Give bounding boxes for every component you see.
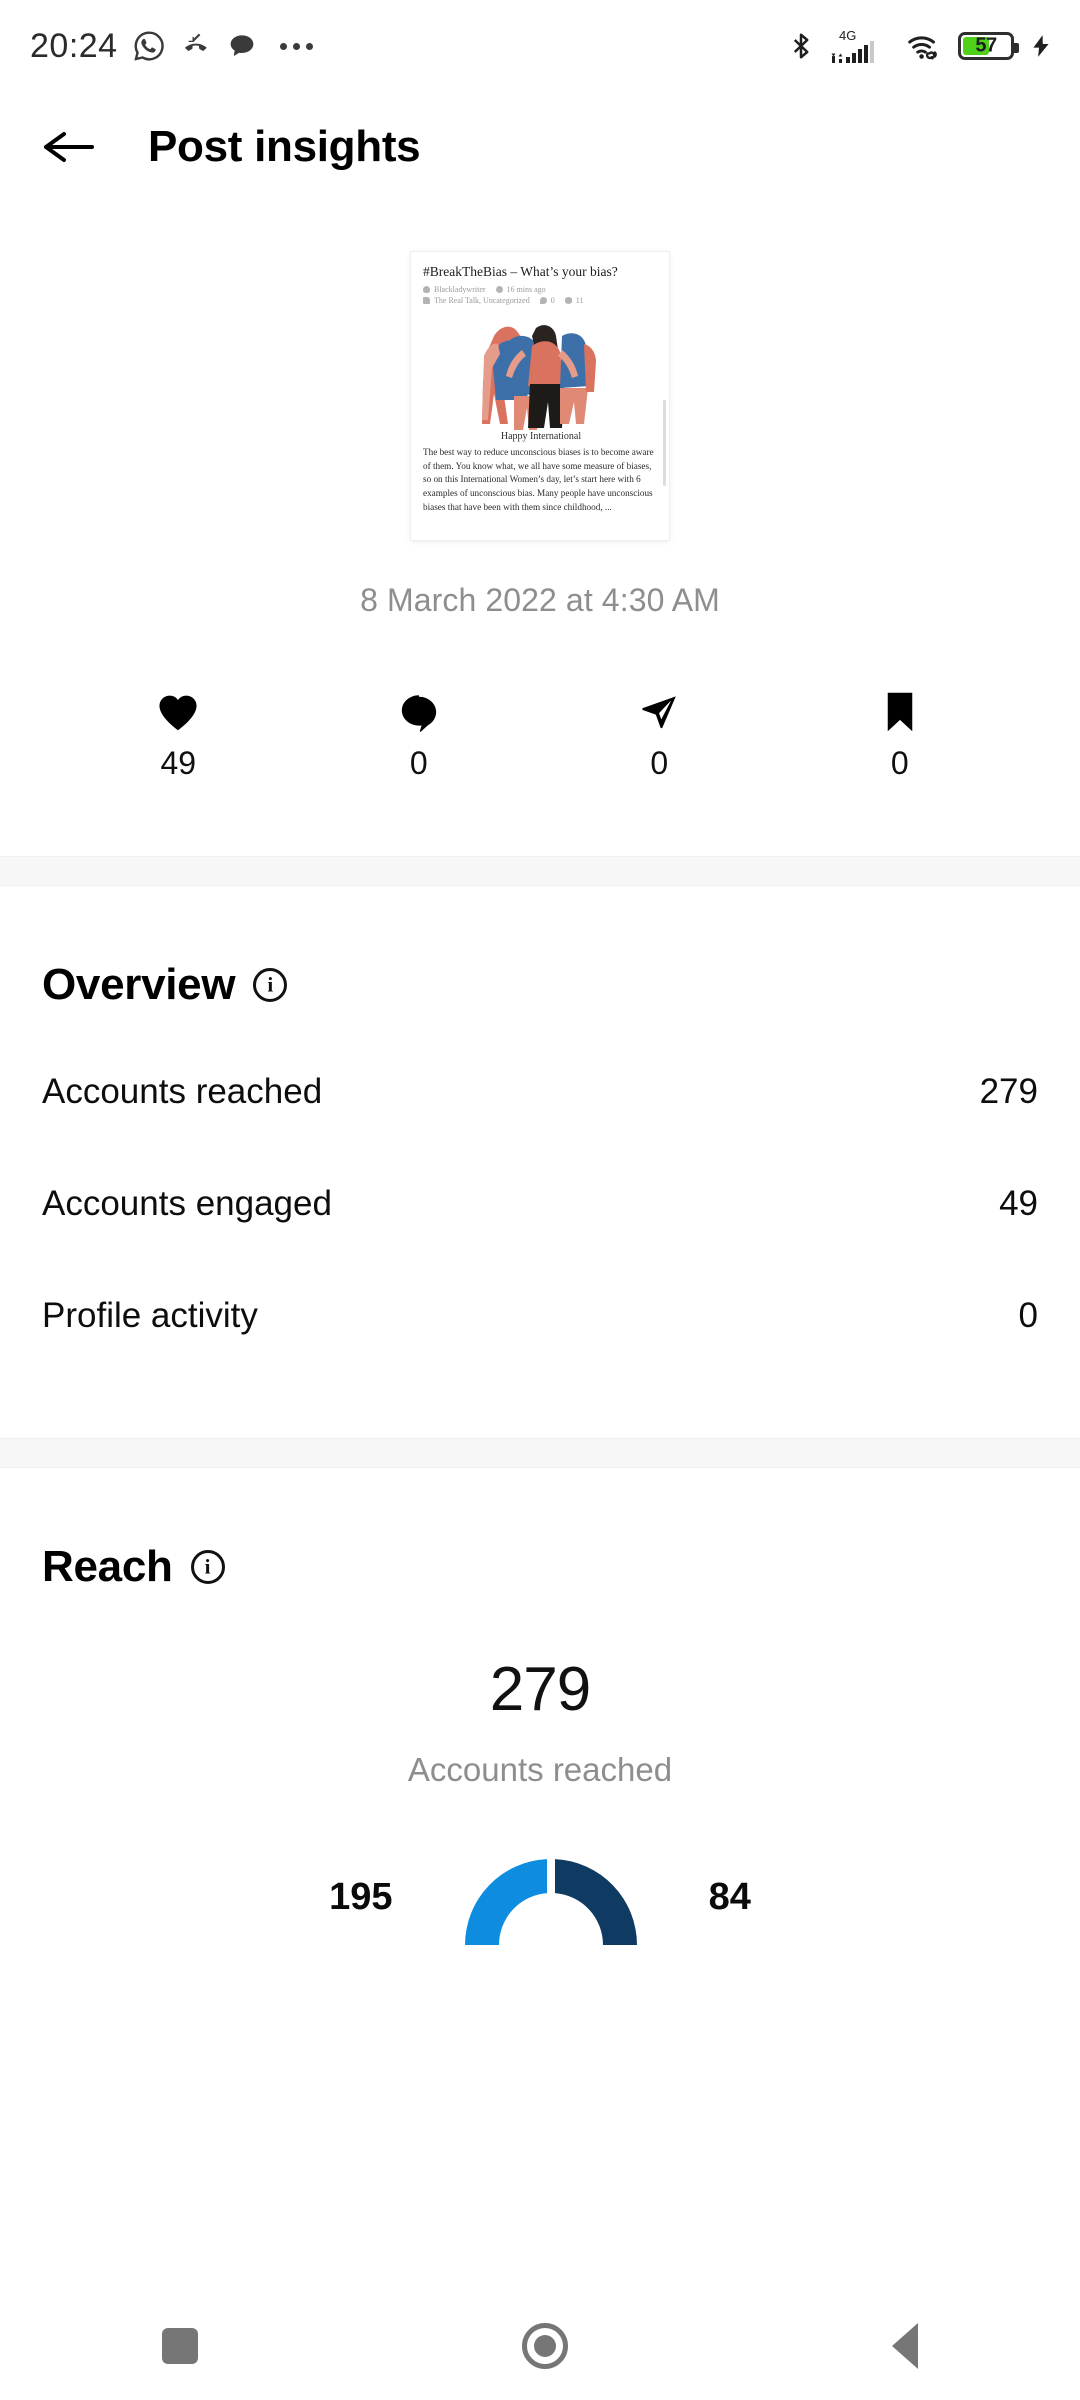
overview-row-value: 49 xyxy=(999,1184,1038,1223)
reach-gauge: 195 84 xyxy=(42,1841,1038,1945)
engagement-likes[interactable]: 49 xyxy=(58,683,299,782)
gauge-right-value: 84 xyxy=(708,1876,751,1918)
overview-row-label: Accounts engaged xyxy=(42,1184,332,1223)
app-header: Post insights xyxy=(0,92,1080,202)
comment-icon xyxy=(397,683,441,741)
post-thumbnail-wrapper: #BreakTheBias – What’s your bias? Blackl… xyxy=(0,252,1080,540)
thumbnail-categories: The Real Talk, Uncategorized xyxy=(434,296,530,306)
missed-call-icon xyxy=(184,33,207,51)
status-bar-left: 20:24 xyxy=(30,27,313,66)
engagement-count: 49 xyxy=(160,745,197,781)
clock-icon xyxy=(495,285,503,293)
bookmark-icon xyxy=(882,683,918,741)
back-button[interactable] xyxy=(892,2323,918,2369)
engagement-row: 49 0 0 0 xyxy=(0,683,1080,782)
heart-icon xyxy=(156,683,200,741)
post-thumbnail[interactable]: #BreakTheBias – What’s your bias? Blackl… xyxy=(411,252,669,540)
overview-row-label: Profile activity xyxy=(42,1296,258,1335)
battery-percent: 57 xyxy=(975,34,997,57)
info-icon[interactable]: i xyxy=(253,968,288,1002)
comment-small-icon xyxy=(539,297,547,305)
engagement-saves[interactable]: 0 xyxy=(780,683,1021,782)
android-nav-bar xyxy=(0,2292,1080,2400)
thumbnail-scrollbar[interactable] xyxy=(663,400,666,486)
overview-row-value: 0 xyxy=(1018,1296,1038,1335)
battery-icon: 57 xyxy=(958,32,1019,60)
overview-row: Accounts reached 279 xyxy=(42,1036,1038,1148)
engagement-shares[interactable]: 0 xyxy=(539,683,780,782)
reach-header: Reach i xyxy=(42,1468,1038,1592)
section-divider xyxy=(0,1438,1080,1468)
thumbnail-time-ago: 16 mins ago xyxy=(506,284,546,294)
wifi-link-icon xyxy=(908,36,937,60)
status-bar: 20:24 4G 57 xyxy=(0,0,1080,92)
overview-row: Accounts engaged 49 xyxy=(42,1148,1038,1260)
reach-section: Reach i 279 Accounts reached 195 84 xyxy=(0,1468,1080,1945)
gauge-donut-chart xyxy=(451,1841,651,1945)
reach-total-label: Accounts reached xyxy=(407,1751,673,1788)
overview-row-label: Accounts reached xyxy=(42,1072,323,1111)
back-arrow-icon[interactable] xyxy=(42,126,96,168)
status-bar-right: 4G 57 xyxy=(786,26,1054,66)
engagement-comments[interactable]: 0 xyxy=(299,683,540,782)
mobile-signal-4g-icon: 4G xyxy=(831,28,874,63)
thumbnail-author: Blackladywriter xyxy=(434,284,486,294)
author-icon xyxy=(423,285,430,293)
overview-row-value: 279 xyxy=(979,1072,1038,1111)
section-divider xyxy=(0,856,1080,886)
info-icon[interactable]: i xyxy=(190,1550,225,1584)
gauge-left-value: 195 xyxy=(329,1876,393,1918)
reach-title: Reach xyxy=(42,1542,173,1591)
post-date: 8 March 2022 at 4:30 AM xyxy=(360,582,720,618)
overview-header: Overview i xyxy=(42,886,1038,1010)
thumbnail-meta: Blackladywriter 16 mins ago The Real Tal… xyxy=(423,284,659,307)
engagement-count: 0 xyxy=(409,745,428,781)
message-icon xyxy=(230,35,253,56)
recents-button[interactable] xyxy=(162,2328,198,2364)
thumbnail-post-title: #BreakTheBias – What’s your bias? xyxy=(423,264,618,279)
reach-total: 279 xyxy=(489,1655,591,1724)
engagement-count: 0 xyxy=(890,745,909,781)
page-title: Post insights xyxy=(148,122,421,171)
overflow-dots-icon xyxy=(279,42,313,50)
svg-text:4G: 4G xyxy=(839,28,856,43)
engagement-count: 0 xyxy=(650,745,669,781)
post-preview-block: #BreakTheBias – What’s your bias? Blackl… xyxy=(0,202,1080,782)
views-icon xyxy=(564,297,572,305)
bluetooth-icon xyxy=(793,33,809,59)
overview-section: Overview i Accounts reached 279 Accounts… xyxy=(0,886,1080,1372)
thumbnail-views: 11 xyxy=(575,296,584,306)
status-time: 20:24 xyxy=(30,26,118,65)
overview-row: Profile activity 0 xyxy=(42,1260,1038,1372)
overview-title: Overview xyxy=(42,960,236,1009)
folder-icon xyxy=(423,297,430,305)
home-button[interactable] xyxy=(522,2323,568,2369)
share-icon xyxy=(637,683,681,741)
whatsapp-icon xyxy=(133,31,164,61)
thumbnail-illustration xyxy=(423,310,659,434)
thumbnail-body-text: The best way to reduce unconscious biase… xyxy=(423,446,654,512)
charging-bolt-icon xyxy=(1033,35,1049,57)
thumbnail-comments: 0 xyxy=(550,296,555,306)
